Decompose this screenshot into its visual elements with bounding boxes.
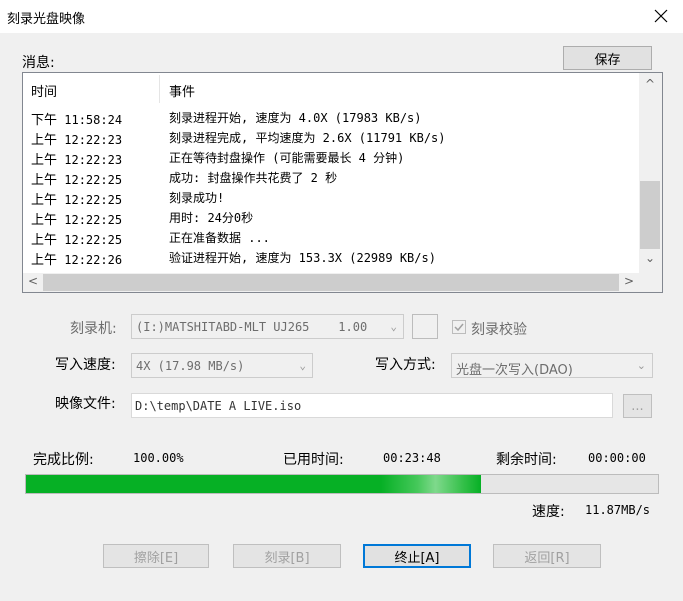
list-item[interactable]: 上午 12:22:25 用时: 24分0秒 xyxy=(23,207,638,228)
log-event: 用时: 24分0秒 xyxy=(169,211,254,225)
vertical-scrollbar[interactable]: ^ ⌄ xyxy=(639,73,662,272)
write-speed-value: 4X (17.98 MB/s) xyxy=(136,359,245,373)
log-header: 时间 事件 xyxy=(23,73,638,105)
chevron-down-icon: ⌄ xyxy=(390,320,397,333)
list-item[interactable]: 上午 12:22:23 刻录进程完成, 平均速度为 2.6X (11791 KB/… xyxy=(23,127,638,148)
elapsed-value: 00:23:48 xyxy=(383,451,441,465)
log-time: 上午 12:22:25 xyxy=(31,233,123,248)
log-event: 成功: 封盘操作共花费了 2 秒 xyxy=(169,171,338,185)
list-item[interactable]: 上午 12:22:26 验证进程开始, 速度为 153.3X (22989 KB/… xyxy=(23,247,638,268)
complete-value: 100.00% xyxy=(133,451,184,465)
log-rows: 下午 11:58:24 刻录进程开始, 速度为 4.0X (17983 KB/s)… xyxy=(23,107,638,268)
list-item[interactable]: 上午 12:22:25 成功: 封盘操作共花费了 2 秒 xyxy=(23,167,638,188)
write-speed-select[interactable]: 4X (17.98 MB/s) ⌄ xyxy=(131,353,313,378)
window-title: 刻录光盘映像 xyxy=(7,12,86,27)
stop-button[interactable]: 终止[A] xyxy=(363,544,471,568)
column-header-event[interactable]: 事件 xyxy=(169,81,195,100)
log-time: 上午 12:22:25 xyxy=(31,193,123,208)
progress-bar xyxy=(25,474,659,494)
save-button[interactable]: 保存 xyxy=(563,46,652,70)
checkmark-icon xyxy=(454,323,464,332)
log-time: 上午 12:22:23 xyxy=(31,153,123,168)
horizontal-scrollbar[interactable]: < > xyxy=(23,273,639,292)
log-time: 上午 12:22:26 xyxy=(31,253,123,268)
chevron-up-icon[interactable]: ^ xyxy=(642,77,658,91)
log-event: 验证进程开始, 速度为 153.3X (22989 KB/s) xyxy=(169,251,436,265)
list-item[interactable]: 上午 12:22:25 正在准备数据 ... xyxy=(23,227,638,248)
chevron-down-icon: ⌄ xyxy=(636,359,646,372)
speed-value: 11.87MB/s xyxy=(585,503,651,517)
remaining-label: 剩余时间: xyxy=(496,452,557,468)
messages-label: 消息: xyxy=(22,55,55,71)
chevron-down-icon[interactable]: ⌄ xyxy=(642,251,658,265)
write-mode-select[interactable]: 光盘一次写入(DAO) ⌄ xyxy=(451,353,653,378)
burner-value: (I:)MATSHITABD-MLT UJ265 1.00 xyxy=(136,320,368,334)
log-time: 下午 11:58:24 xyxy=(31,113,123,128)
title-bar xyxy=(0,0,683,33)
log-event: 刻录进程完成, 平均速度为 2.6X (11791 KB/s) xyxy=(169,131,446,145)
complete-label: 完成比例: xyxy=(33,452,94,468)
speed-label: 速度: xyxy=(532,504,565,520)
erase-button[interactable]: 擦除[E] xyxy=(103,544,209,568)
scroll-corner xyxy=(639,272,662,292)
verify-label: 刻录校验 xyxy=(471,322,527,338)
image-file-field[interactable]: D:\temp\DATE A LIVE.iso xyxy=(131,393,613,418)
close-icon[interactable] xyxy=(650,5,672,27)
burn-button[interactable]: 刻录[B] xyxy=(233,544,341,568)
list-item[interactable]: 上午 12:22:23 正在等待封盘操作 (可能需要最长 4 分钟) xyxy=(23,147,638,168)
remaining-value: 00:00:00 xyxy=(588,451,646,465)
verify-checkbox[interactable] xyxy=(452,320,466,334)
back-button[interactable]: 返回[R] xyxy=(493,544,601,568)
progress-fill xyxy=(26,475,481,493)
list-item[interactable]: 上午 12:22:25 刻录成功! xyxy=(23,187,638,208)
log-time: 上午 12:22:23 xyxy=(31,133,123,148)
burner-options-button[interactable] xyxy=(412,314,438,339)
image-file-value: D:\temp\DATE A LIVE.iso xyxy=(135,399,302,413)
column-header-time[interactable]: 时间 xyxy=(31,81,57,100)
burner-label: 刻录机: xyxy=(70,321,117,337)
write-mode-label: 写入方式: xyxy=(375,357,436,373)
elapsed-label: 已用时间: xyxy=(283,452,344,468)
list-item[interactable]: 下午 11:58:24 刻录进程开始, 速度为 4.0X (17983 KB/s) xyxy=(23,107,638,128)
write-mode-value: 光盘一次写入(DAO) xyxy=(456,363,573,378)
vertical-scroll-thumb[interactable] xyxy=(640,181,660,249)
log-time: 上午 12:22:25 xyxy=(31,173,123,188)
write-speed-label: 写入速度: xyxy=(55,357,116,373)
log-event: 刻录成功! xyxy=(169,191,225,205)
column-divider[interactable] xyxy=(159,75,160,103)
message-log[interactable]: 时间 事件 下午 11:58:24 刻录进程开始, 速度为 4.0X (17983… xyxy=(22,72,663,293)
chevron-right-icon[interactable]: > xyxy=(621,274,637,288)
log-event: 正在准备数据 ... xyxy=(169,231,270,245)
burner-select[interactable]: (I:)MATSHITABD-MLT UJ265 1.00 ⌄ xyxy=(131,314,404,339)
log-time: 上午 12:22:25 xyxy=(31,213,123,228)
log-event: 刻录进程开始, 速度为 4.0X (17983 KB/s) xyxy=(169,111,422,125)
image-file-label: 映像文件: xyxy=(55,396,116,412)
chevron-down-icon: ⌄ xyxy=(299,359,306,372)
browse-button[interactable]: ... xyxy=(623,394,652,418)
horizontal-scroll-thumb[interactable] xyxy=(43,274,619,291)
chevron-left-icon[interactable]: < xyxy=(25,274,41,288)
log-event: 正在等待封盘操作 (可能需要最长 4 分钟) xyxy=(169,151,405,165)
